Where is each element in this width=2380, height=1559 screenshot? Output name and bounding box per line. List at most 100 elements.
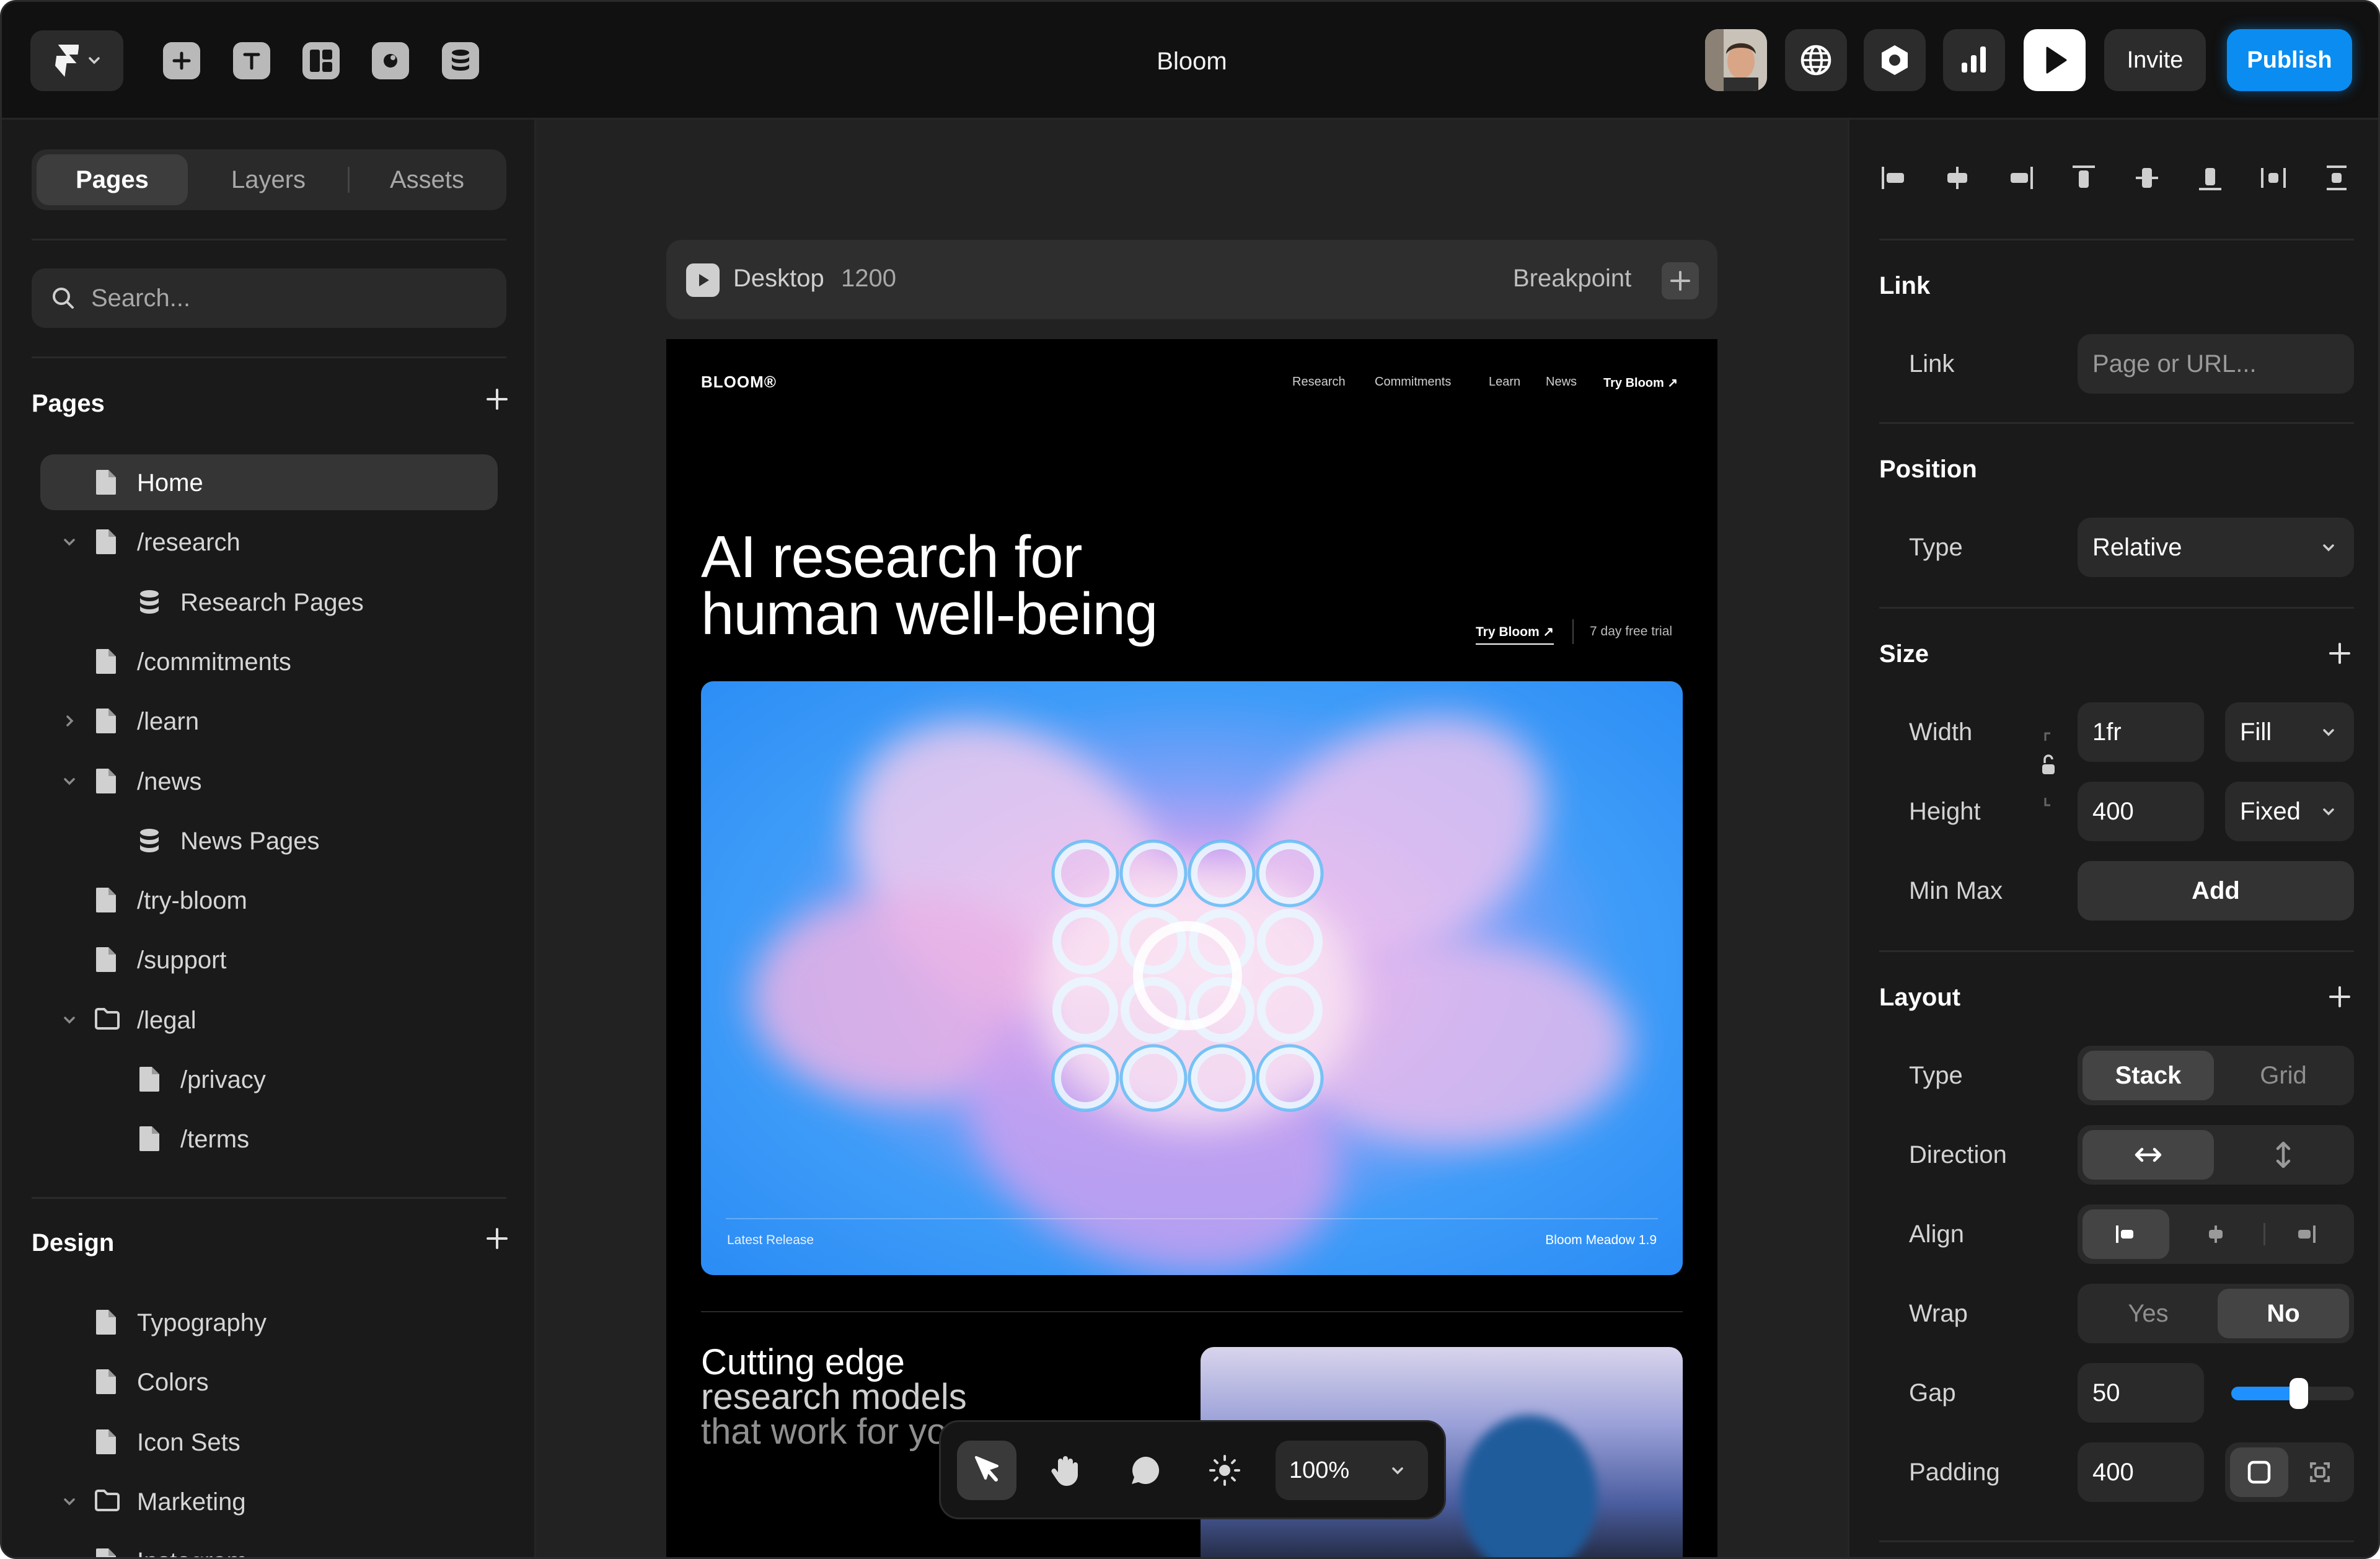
preview-play-icon[interactable]: [686, 263, 720, 297]
site-preview[interactable]: BLOOM® Research Commitments Learn News T…: [666, 339, 1717, 1557]
chevron-down-icon[interactable]: [60, 1492, 79, 1511]
align-center-horizontal-icon[interactable]: [1942, 163, 1972, 193]
wrap-yes[interactable]: Yes: [2082, 1289, 2214, 1338]
plus-icon[interactable]: [2328, 642, 2351, 665]
invite-button[interactable]: Invite: [2104, 29, 2206, 91]
align-left-icon[interactable]: [1879, 163, 1909, 193]
breakpoint-name[interactable]: Desktop: [733, 265, 824, 293]
wrap-label: Wrap: [1909, 1300, 1968, 1327]
hero-image[interactable]: Latest Release Bloom Meadow 1.9: [701, 681, 1683, 1275]
zoom-select[interactable]: 100%: [1276, 1441, 1428, 1500]
align-center-button[interactable]: [2172, 1209, 2259, 1259]
minmax-add-button[interactable]: Add: [2078, 861, 2354, 921]
folder-icon: [94, 1488, 120, 1515]
site-nav-learn[interactable]: Learn: [1489, 375, 1520, 389]
page-item-typography[interactable]: Typography: [40, 1294, 498, 1350]
search-input[interactable]: Search...: [32, 268, 506, 328]
page-item-learn[interactable]: /learn: [40, 693, 498, 749]
page-item-support[interactable]: /support: [40, 932, 498, 987]
tab-assets[interactable]: Assets: [351, 154, 503, 205]
select-tool-button[interactable]: [957, 1441, 1016, 1500]
text-icon[interactable]: [233, 42, 270, 79]
page-item-try-bloom[interactable]: /try-bloom: [40, 872, 498, 928]
padding-individual-button[interactable]: [2291, 1447, 2349, 1497]
site-nav-news[interactable]: News: [1546, 375, 1577, 389]
gap-slider-handle[interactable]: [2290, 1378, 2308, 1409]
height-mode-select[interactable]: Fixed: [2225, 782, 2354, 841]
analytics-icon[interactable]: [1943, 29, 2005, 91]
page-item-colors[interactable]: Colors: [40, 1354, 498, 1410]
height-input[interactable]: 400: [2078, 782, 2204, 841]
layout-icon[interactable]: [302, 42, 340, 79]
page-item-research-pages[interactable]: Research Pages: [40, 574, 498, 630]
globe-icon[interactable]: [1785, 29, 1847, 91]
align-start-button[interactable]: [2082, 1209, 2169, 1259]
distribute-horizontal-icon[interactable]: [2259, 163, 2288, 193]
padding-mode-segmented: [2225, 1442, 2354, 1502]
height-label: Height: [1909, 798, 1981, 825]
layout-type-stack[interactable]: Stack: [2082, 1051, 2214, 1100]
publish-button[interactable]: Publish: [2227, 29, 2352, 91]
link-label: Link: [1909, 350, 1955, 378]
page-item-privacy[interactable]: /privacy: [40, 1051, 498, 1107]
plus-icon[interactable]: [2328, 985, 2351, 1009]
hand-tool-button[interactable]: [1036, 1441, 1096, 1500]
page-item-news-pages[interactable]: News Pages: [40, 813, 498, 868]
padding-input[interactable]: 400: [2078, 1442, 2204, 1502]
tab-layers[interactable]: Layers: [193, 154, 344, 205]
direction-vertical-button[interactable]: [2218, 1130, 2349, 1180]
page-item-instagram[interactable]: Instagram: [40, 1533, 498, 1557]
direction-horizontal-button[interactable]: [2082, 1130, 2214, 1180]
chevron-down-icon[interactable]: [60, 532, 79, 551]
framer-menu-button[interactable]: [30, 30, 123, 91]
page-item-legal[interactable]: /legal: [40, 992, 498, 1048]
align-bottom-icon[interactable]: [2195, 163, 2225, 193]
preview-play-icon[interactable]: [2024, 29, 2086, 91]
aspect-lock-icon[interactable]: [2035, 731, 2060, 808]
site-nav-research[interactable]: Research: [1292, 375, 1346, 389]
comment-tool-button[interactable]: [1116, 1441, 1175, 1500]
add-page-button[interactable]: [485, 387, 509, 411]
size-section-title: Size: [1879, 640, 1929, 668]
theme-toggle-button[interactable]: [1195, 1441, 1254, 1500]
padding-uniform-button[interactable]: [2230, 1447, 2288, 1497]
components-icon[interactable]: [372, 42, 409, 79]
page-item-icon-sets[interactable]: Icon Sets: [40, 1414, 498, 1470]
chevron-right-icon[interactable]: [60, 712, 79, 730]
site-nav-commitments[interactable]: Commitments: [1375, 375, 1451, 389]
page-item-home[interactable]: Home: [40, 454, 498, 510]
site-nav-try-bloom[interactable]: Try Bloom ↗: [1603, 375, 1678, 391]
chevron-down-icon[interactable]: [60, 772, 79, 790]
page-item-marketing[interactable]: Marketing: [40, 1473, 498, 1529]
gap-slider[interactable]: [2231, 1378, 2354, 1409]
site-logo[interactable]: BLOOM®: [701, 373, 777, 392]
link-input[interactable]: Page or URL...: [2078, 334, 2354, 394]
layout-type-grid[interactable]: Grid: [2218, 1051, 2349, 1100]
insert-icon[interactable]: [163, 42, 200, 79]
add-design-page-button[interactable]: [485, 1227, 509, 1250]
layout-type-segmented: Stack Grid: [2078, 1046, 2354, 1105]
page-item-research[interactable]: /research: [40, 514, 498, 570]
align-top-icon[interactable]: [2069, 163, 2099, 193]
page-item-terms[interactable]: /terms: [40, 1111, 498, 1167]
page-item-news[interactable]: /news: [40, 753, 498, 809]
tab-pages[interactable]: Pages: [37, 154, 188, 205]
width-mode-select[interactable]: Fill: [2225, 702, 2354, 762]
align-end-button[interactable]: [2262, 1209, 2349, 1259]
align-center-vertical-icon[interactable]: [2132, 163, 2162, 193]
align-right-icon[interactable]: [2006, 163, 2035, 193]
settings-icon[interactable]: [1864, 29, 1926, 91]
cms-icon[interactable]: [442, 42, 479, 79]
avatar[interactable]: [1705, 29, 1767, 91]
chevron-down-icon[interactable]: [60, 1010, 79, 1029]
page-item-commitments[interactable]: /commitments: [40, 634, 498, 689]
distribute-vertical-icon[interactable]: [2322, 163, 2351, 193]
gap-input[interactable]: 50: [2078, 1363, 2204, 1423]
position-type-select[interactable]: Relative: [2078, 518, 2354, 577]
section-heading-line-3: that work for yo: [701, 1411, 947, 1452]
properties-panel: Link Link Page or URL... Position Type R…: [1848, 120, 2378, 1557]
site-cta-link[interactable]: Try Bloom ↗: [1476, 624, 1554, 645]
add-breakpoint-button[interactable]: [1662, 262, 1699, 299]
width-input[interactable]: 1fr: [2078, 702, 2204, 762]
wrap-no[interactable]: No: [2218, 1289, 2349, 1338]
